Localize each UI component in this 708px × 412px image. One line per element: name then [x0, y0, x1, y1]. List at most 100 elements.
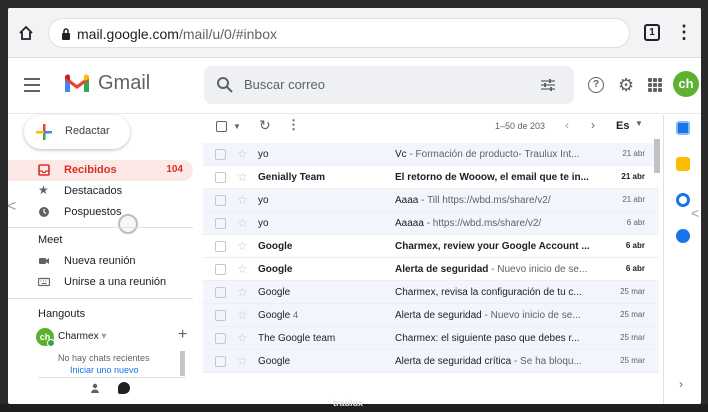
- star-icon[interactable]: ☆: [237, 193, 248, 207]
- hangouts-user-row[interactable]: ch Charmex ▾ +: [36, 326, 196, 347]
- search-options-icon[interactable]: [540, 77, 556, 93]
- email-date: 6 abr: [625, 241, 645, 250]
- email-checkbox[interactable]: [215, 149, 226, 160]
- email-checkbox[interactable]: [215, 218, 226, 229]
- search-box[interactable]: Buscar correo: [204, 66, 574, 104]
- keep-icon[interactable]: [676, 157, 690, 171]
- email-date: 21 abr: [621, 172, 645, 181]
- select-all-checkbox[interactable]: [216, 121, 227, 132]
- chevron-left-icon[interactable]: <: [8, 198, 16, 216]
- apps-grid-icon[interactable]: [648, 78, 662, 92]
- account-avatar[interactable]: ch: [673, 71, 699, 97]
- gmail-logo-icon[interactable]: [63, 72, 91, 94]
- chat-bubble-icon[interactable]: [118, 382, 130, 394]
- gmail-window: mail.google.com/mail/u/0/#inbox 1 ⋮ Gmai…: [8, 8, 701, 404]
- hangouts-section-title: Hangouts: [38, 308, 86, 320]
- email-sender: Google: [258, 241, 293, 252]
- search-icon[interactable]: [216, 76, 234, 94]
- star-icon[interactable]: ☆: [237, 170, 248, 184]
- search-input[interactable]: Buscar correo: [244, 77, 325, 92]
- email-subject: Charmex, revisa la configuración de tu c…: [395, 287, 582, 298]
- contacts-icon[interactable]: [676, 229, 690, 243]
- email-row[interactable]: ☆ yo Aaaa - Till https://wbd.ms/share/v2/…: [203, 189, 659, 212]
- list-scrollbar[interactable]: [654, 139, 660, 173]
- taskbar-label: traulux: [333, 398, 364, 408]
- hangouts-user-name: Charmex ▾: [58, 331, 107, 342]
- nav-item-snoozed[interactable]: Pospuestos: [8, 202, 193, 223]
- email-checkbox[interactable]: [215, 241, 226, 252]
- email-row[interactable]: ☆ Google Charmex, revisa la configuración…: [203, 281, 659, 304]
- star-icon[interactable]: ☆: [237, 354, 248, 368]
- star-icon[interactable]: ☆: [237, 308, 248, 322]
- email-subject: Charmex, review your Google Account ...: [395, 241, 590, 252]
- new-chat-plus-icon[interactable]: +: [178, 326, 187, 344]
- star-icon[interactable]: ☆: [237, 147, 248, 161]
- email-subject: El retorno de Wooow, el email que te in.…: [395, 172, 589, 183]
- email-checkbox[interactable]: [215, 172, 226, 183]
- compose-plus-icon: [36, 124, 52, 140]
- calendar-icon[interactable]: [676, 121, 690, 135]
- email-sender: Google 4: [258, 310, 299, 321]
- meet-join-meeting[interactable]: Unirse a una reunión: [8, 272, 193, 293]
- email-row[interactable]: ☆ yo Vc - Formación de producto- Traulux …: [203, 143, 659, 166]
- side-panel: < ›: [663, 115, 701, 404]
- previous-page-icon[interactable]: ‹: [565, 118, 569, 132]
- next-page-icon[interactable]: ›: [591, 118, 595, 132]
- email-subject: Alerta de seguridad crítica - Se ha bloq…: [395, 356, 582, 367]
- email-row[interactable]: ☆ yo Aaaaa - https://wbd.ms/share/v2/6 ab…: [203, 212, 659, 235]
- email-checkbox[interactable]: [215, 287, 226, 298]
- pagination-range: 1–50 de 203: [495, 121, 546, 131]
- star-icon[interactable]: ☆: [237, 239, 248, 253]
- chevron-down-icon[interactable]: ▼: [635, 119, 643, 128]
- compose-button[interactable]: Redactar: [24, 115, 130, 149]
- meet-new-meeting[interactable]: Nueva reunión: [8, 251, 193, 272]
- email-row[interactable]: ☆ Google Charmex, review your Google Acco…: [203, 235, 659, 258]
- nav-item-starred[interactable]: ★ Destacados: [8, 181, 193, 202]
- email-row[interactable]: ☆ Genially Team El retorno de Wooow, el e…: [203, 166, 659, 189]
- email-checkbox[interactable]: [215, 356, 226, 367]
- tasks-icon[interactable]: [676, 193, 690, 207]
- email-date: 25 mar: [620, 310, 645, 319]
- input-language-button[interactable]: Es: [616, 120, 629, 132]
- email-date: 25 mar: [620, 333, 645, 342]
- email-checkbox[interactable]: [215, 195, 226, 206]
- email-row[interactable]: ☆ Google Alerta de seguridad - Nuevo inic…: [203, 258, 659, 281]
- hangouts-avatar: ch: [36, 328, 55, 347]
- main-menu-icon[interactable]: [24, 78, 40, 92]
- nav-item-label: Destacados: [64, 185, 123, 197]
- select-dropdown-icon[interactable]: ▼: [233, 122, 241, 131]
- email-row[interactable]: ☆ Google Alerta de seguridad crítica - Se…: [203, 350, 659, 373]
- address-bar[interactable]: mail.google.com/mail/u/0/#inbox: [48, 18, 630, 48]
- star-icon[interactable]: ☆: [237, 262, 248, 276]
- chevron-left-icon[interactable]: <: [691, 205, 699, 221]
- email-subject: Aaaaa - https://wbd.ms/share/v2/: [395, 218, 542, 229]
- star-icon[interactable]: ☆: [237, 285, 248, 299]
- nav-item-inbox[interactable]: Recibidos 104: [8, 160, 193, 181]
- email-row[interactable]: ☆ The Google team Charmex: el siguiente p…: [203, 327, 659, 350]
- email-checkbox[interactable]: [215, 264, 226, 275]
- refresh-icon[interactable]: ↻: [259, 117, 271, 134]
- more-actions-icon[interactable]: ⋮: [287, 117, 300, 133]
- expand-panel-icon[interactable]: ›: [679, 377, 683, 391]
- browser-menu-icon[interactable]: ⋮: [675, 23, 693, 41]
- email-checkbox[interactable]: [215, 310, 226, 321]
- email-row[interactable]: ☆ Google 4 Alerta de seguridad - Nuevo ini…: [203, 304, 659, 327]
- email-sender: Google: [258, 356, 291, 367]
- person-icon[interactable]: [90, 383, 100, 393]
- email-checkbox[interactable]: [215, 333, 226, 344]
- star-icon: ★: [38, 183, 49, 197]
- email-subject: Alerta de seguridad - Nuevo inicio de se…: [395, 310, 581, 321]
- star-icon[interactable]: ☆: [237, 216, 248, 230]
- hangouts-scrollbar[interactable]: [180, 351, 185, 376]
- star-icon[interactable]: ☆: [237, 331, 248, 345]
- settings-gear-icon[interactable]: ⚙: [618, 76, 634, 94]
- tab-count-button[interactable]: 1: [644, 24, 660, 41]
- meet-item-label: Nueva reunión: [64, 255, 136, 267]
- compose-label: Redactar: [65, 125, 110, 137]
- divider: [8, 298, 193, 299]
- start-new-chat-link[interactable]: Iniciar uno nuevo: [70, 365, 139, 375]
- email-date: 21 abr: [622, 149, 645, 158]
- help-icon[interactable]: ?: [588, 77, 604, 93]
- home-icon[interactable]: [18, 25, 34, 41]
- list-toolbar: ▼ ↻ ⋮ 1–50 de 203 ‹ › Es ▼: [203, 115, 655, 141]
